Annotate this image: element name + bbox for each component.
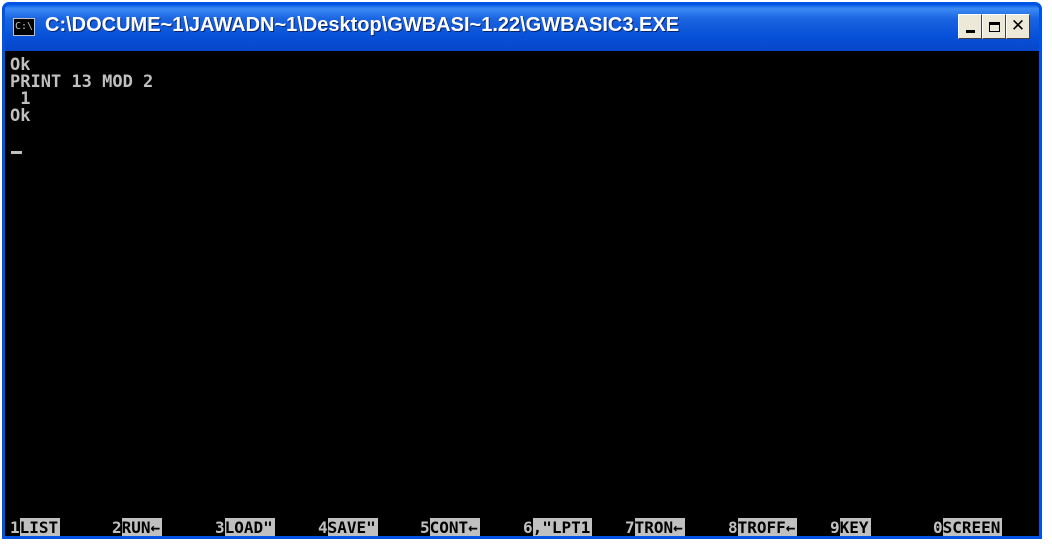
fkey-6[interactable]: 6,"LPT1 bbox=[523, 518, 593, 536]
maximize-icon bbox=[988, 21, 1000, 32]
maximize-button[interactable] bbox=[982, 14, 1006, 39]
console-screen[interactable]: Ok PRINT 13 MOD 2 1 Ok 1LIST 2RUN← 3LOAD… bbox=[5, 51, 1039, 536]
minimize-icon bbox=[965, 30, 975, 33]
close-button[interactable]: ✕ bbox=[1006, 14, 1030, 39]
console-line-2: PRINT 13 MOD 2 bbox=[10, 72, 154, 92]
fkey-9[interactable]: 9KEY bbox=[830, 518, 871, 536]
console-line-4: Ok bbox=[10, 106, 31, 126]
fkey-8[interactable]: 8TROFF← bbox=[728, 518, 798, 536]
title-bar[interactable]: C:\ C:\DOCUME~1\JAWADN~1\Desktop\GWBASI~… bbox=[5, 5, 1039, 51]
fkey-4[interactable]: 4SAVE" bbox=[318, 518, 378, 536]
console-window: C:\ C:\DOCUME~1\JAWADN~1\Desktop\GWBASI~… bbox=[2, 2, 1042, 539]
function-key-bar: 1LIST 2RUN← 3LOAD" 4SAVE" 5CONT← 6,"LPT1… bbox=[5, 518, 1039, 536]
window-title: C:\DOCUME~1\JAWADN~1\Desktop\GWBASI~1.22… bbox=[45, 14, 680, 36]
fkey-10[interactable]: 0SCREEN bbox=[933, 518, 1003, 536]
minimize-button[interactable] bbox=[958, 14, 982, 39]
console-icon[interactable]: C:\ bbox=[13, 18, 35, 36]
fkey-5[interactable]: 5CONT← bbox=[420, 518, 480, 536]
close-icon: ✕ bbox=[1010, 16, 1026, 36]
fkey-1[interactable]: 1LIST bbox=[10, 518, 61, 536]
fkey-3[interactable]: 3LOAD" bbox=[215, 518, 275, 536]
text-cursor bbox=[11, 151, 22, 154]
fkey-2[interactable]: 2RUN← bbox=[112, 518, 163, 536]
fkey-7[interactable]: 7TRON← bbox=[625, 518, 685, 536]
